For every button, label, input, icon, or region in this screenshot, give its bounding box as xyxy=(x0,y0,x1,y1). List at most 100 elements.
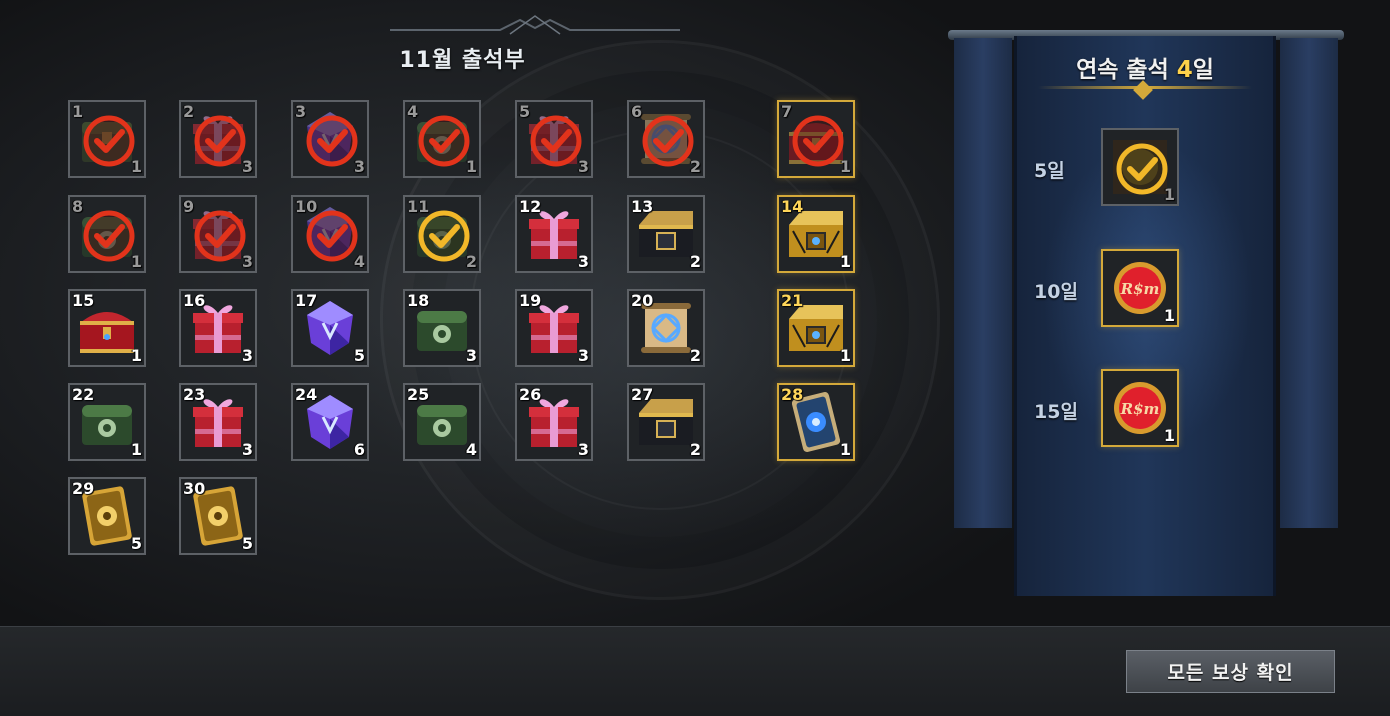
day-number: 27 xyxy=(631,385,654,404)
reward-quantity: 1 xyxy=(839,157,851,176)
day-number: 22 xyxy=(72,385,95,404)
ruby-coin-icon: R$m xyxy=(1109,257,1171,319)
day-number: 7 xyxy=(781,102,793,121)
streak-title-suffix: 일 xyxy=(1192,57,1214,83)
day-number: 24 xyxy=(295,385,318,404)
day-tile-21[interactable]: 21 1 xyxy=(777,289,855,367)
streak-day-label: 15일 xyxy=(1034,401,1078,423)
day-tile-16[interactable]: 16 3 xyxy=(179,289,257,367)
day-number: 19 xyxy=(519,291,542,310)
day-tile-29[interactable]: 29 5 xyxy=(68,477,146,555)
svg-text:R$m: R$m xyxy=(1120,280,1160,298)
reward-quantity: 3 xyxy=(465,346,477,365)
day-number: 13 xyxy=(631,197,654,216)
day-tile-11[interactable]: 11 2 xyxy=(403,195,481,273)
day-tile-3[interactable]: 33 xyxy=(291,100,369,178)
day-number: 21 xyxy=(781,291,804,310)
streak-reward-tile[interactable]: 1 xyxy=(1101,128,1179,206)
day-number: 9 xyxy=(183,197,195,216)
day-number: 20 xyxy=(631,291,654,310)
reward-quantity: 1 xyxy=(1163,426,1175,445)
day-number: 30 xyxy=(183,479,206,498)
reward-quantity: 1 xyxy=(1163,306,1175,325)
reward-quantity: 3 xyxy=(241,157,253,176)
day-tile-25[interactable]: 25 4 xyxy=(403,383,481,461)
reward-quantity: 5 xyxy=(130,534,142,553)
day-number: 4 xyxy=(407,102,419,121)
day-tile-14[interactable]: 14 1 xyxy=(777,195,855,273)
reward-quantity: 2 xyxy=(689,252,701,271)
day-tile-13[interactable]: 13 2 xyxy=(627,195,705,273)
reward-quantity: 3 xyxy=(577,252,589,271)
day-tile-28[interactable]: 28 1 xyxy=(777,383,855,461)
day-tile-2[interactable]: 23 xyxy=(179,100,257,178)
day-tile-5[interactable]: 53 xyxy=(515,100,593,178)
reward-quantity: 2 xyxy=(689,157,701,176)
banner-side-right xyxy=(1280,38,1338,528)
reward-quantity: 1 xyxy=(839,346,851,365)
reward-quantity: 1 xyxy=(839,252,851,271)
reward-quantity: 3 xyxy=(241,440,253,459)
day-number: 8 xyxy=(72,197,84,216)
day-number: 3 xyxy=(295,102,307,121)
streak-count: 4 xyxy=(1176,57,1193,83)
streak-title: 연속 출석 4일 xyxy=(1014,50,1276,84)
reward-quantity: 1 xyxy=(465,157,477,176)
day-tile-6[interactable]: 62 xyxy=(627,100,705,178)
reward-quantity: 4 xyxy=(465,440,477,459)
reward-quantity: 5 xyxy=(353,346,365,365)
streak-reward-tile[interactable]: R$m 1 xyxy=(1101,249,1179,327)
streak-title-prefix: 연속 출석 xyxy=(1076,57,1177,83)
reward-quantity: 3 xyxy=(577,346,589,365)
day-tile-9[interactable]: 93 xyxy=(179,195,257,273)
streak-day-label: 5일 xyxy=(1034,160,1065,182)
day-number: 29 xyxy=(72,479,95,498)
day-number: 12 xyxy=(519,197,542,216)
day-number: 1 xyxy=(72,102,84,121)
streak-reward-tile[interactable]: R$m 1 xyxy=(1101,369,1179,447)
reward-quantity: 1 xyxy=(130,252,142,271)
day-number: 6 xyxy=(631,102,643,121)
day-tile-22[interactable]: 22 1 xyxy=(68,383,146,461)
day-number: 11 xyxy=(407,197,430,216)
day-number: 26 xyxy=(519,385,542,404)
title-ornament-icon xyxy=(390,15,680,35)
day-tile-12[interactable]: 12 3 xyxy=(515,195,593,273)
day-tile-17[interactable]: 17 5 xyxy=(291,289,369,367)
day-number: 23 xyxy=(183,385,206,404)
day-number: 15 xyxy=(72,291,95,310)
view-all-rewards-button[interactable]: 모든 보상 확인 xyxy=(1126,650,1335,693)
reward-quantity: 6 xyxy=(353,440,365,459)
day-tile-1[interactable]: 11 xyxy=(68,100,146,178)
reward-quantity: 3 xyxy=(241,346,253,365)
reward-quantity: 3 xyxy=(577,157,589,176)
day-tile-24[interactable]: 24 6 xyxy=(291,383,369,461)
reward-quantity: 3 xyxy=(577,440,589,459)
reward-quantity: 4 xyxy=(353,252,365,271)
day-tile-8[interactable]: 81 xyxy=(68,195,146,273)
day-tile-30[interactable]: 30 5 xyxy=(179,477,257,555)
day-tile-7[interactable]: 71 xyxy=(777,100,855,178)
ruby-coin-icon: R$m xyxy=(1109,377,1171,439)
day-tile-20[interactable]: 20 2 xyxy=(627,289,705,367)
day-number: 25 xyxy=(407,385,430,404)
day-tile-15[interactable]: 15 1 xyxy=(68,289,146,367)
day-tile-26[interactable]: 26 3 xyxy=(515,383,593,461)
reward-quantity: 5 xyxy=(241,534,253,553)
reward-quantity: 2 xyxy=(689,440,701,459)
day-tile-27[interactable]: 27 2 xyxy=(627,383,705,461)
reward-quantity: 1 xyxy=(130,346,142,365)
reward-quantity: 1 xyxy=(130,440,142,459)
day-number: 17 xyxy=(295,291,318,310)
reward-quantity: 1 xyxy=(130,157,142,176)
day-number: 14 xyxy=(781,197,804,216)
day-number: 2 xyxy=(183,102,195,121)
day-tile-23[interactable]: 23 3 xyxy=(179,383,257,461)
reward-quantity: 1 xyxy=(1163,185,1175,204)
svg-text:R$m: R$m xyxy=(1120,400,1160,418)
day-tile-19[interactable]: 19 3 xyxy=(515,289,593,367)
day-tile-18[interactable]: 18 3 xyxy=(403,289,481,367)
day-tile-10[interactable]: 10 4 xyxy=(291,195,369,273)
reward-quantity: 3 xyxy=(353,157,365,176)
day-tile-4[interactable]: 41 xyxy=(403,100,481,178)
